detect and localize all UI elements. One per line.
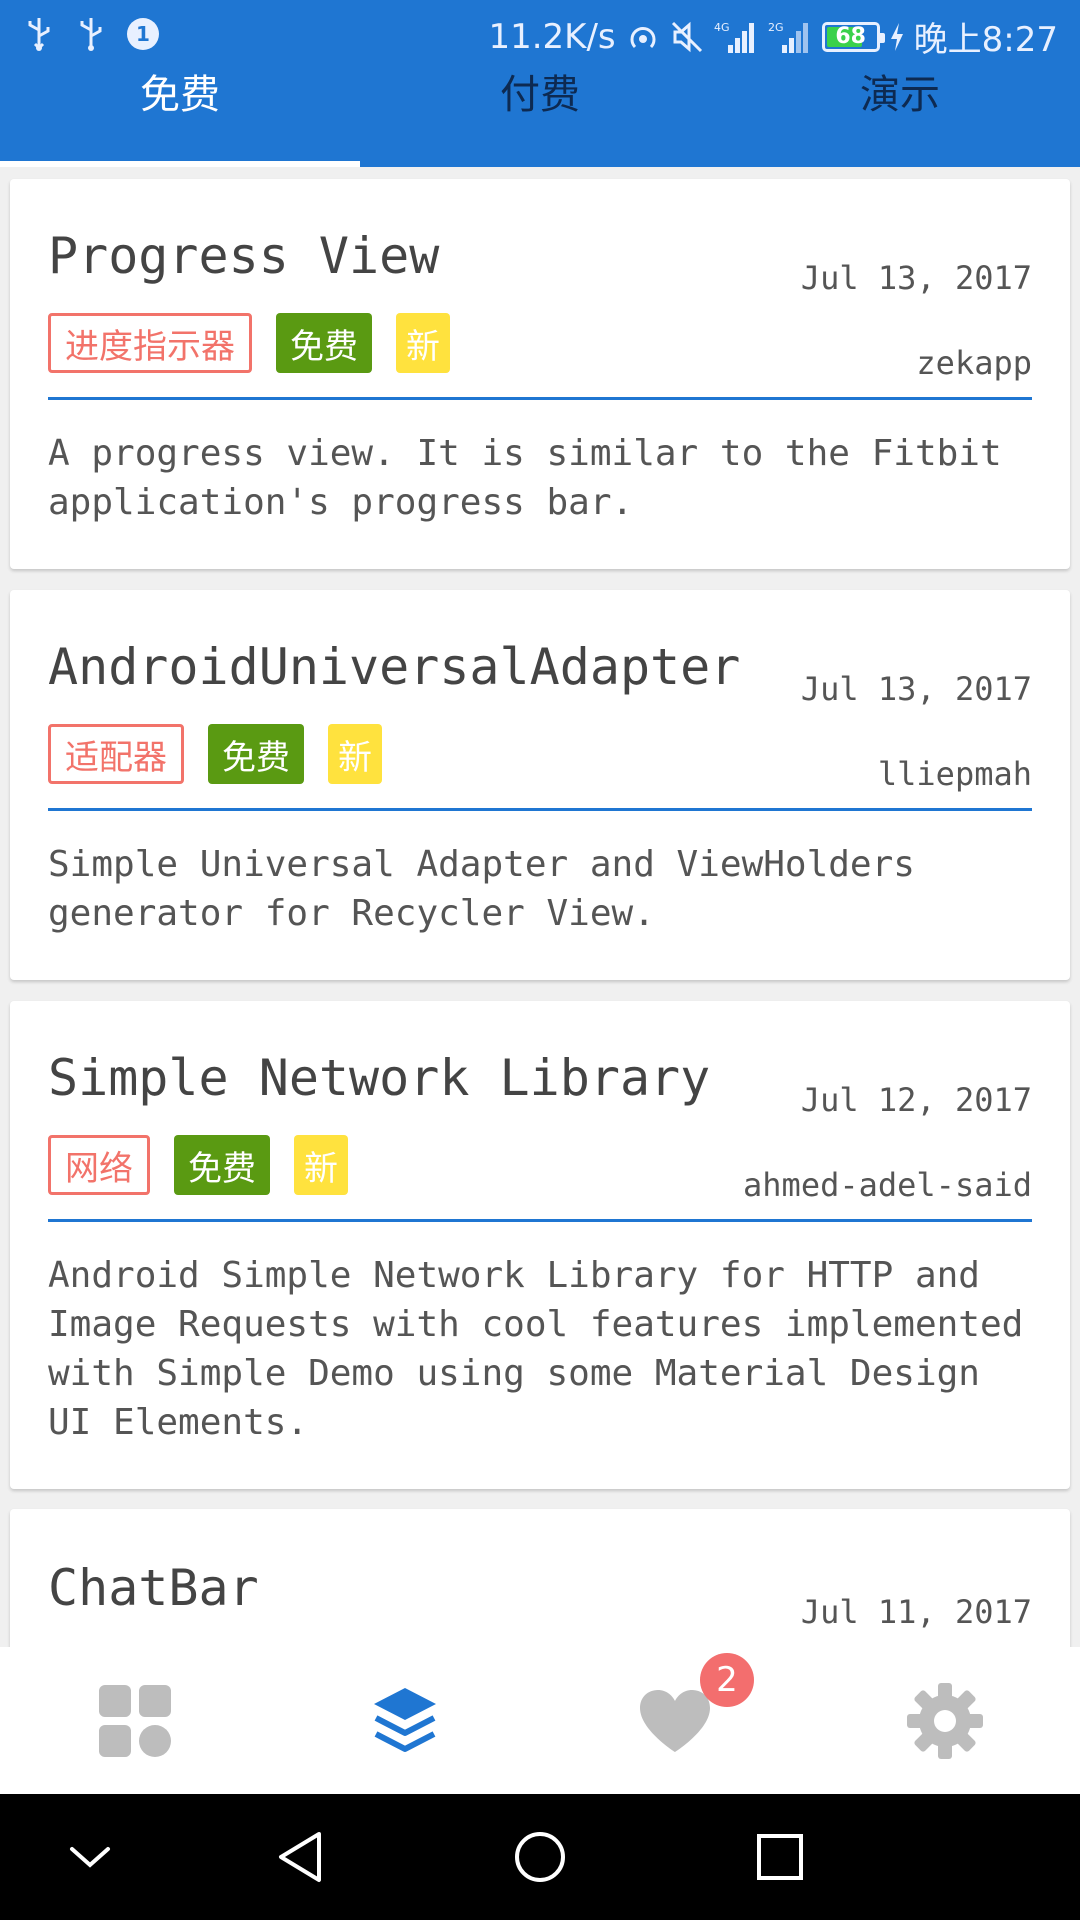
app-header: 1 11.2K/s 4G 2G 68 晚上8:27 免费 付费 演示 bbox=[0, 0, 1080, 167]
category-tag[interactable]: 适配器 bbox=[48, 724, 184, 784]
card-title: Simple Network Library bbox=[48, 1049, 711, 1107]
card-tags: 网络 免费 新 bbox=[48, 1135, 348, 1195]
nav-grid[interactable] bbox=[0, 1647, 270, 1794]
svg-text:2G: 2G bbox=[768, 21, 784, 34]
status-left-icons: 1 bbox=[22, 16, 160, 52]
signal-4g-icon: 4G bbox=[714, 17, 758, 57]
library-card[interactable]: Progress View Jul 13, 2017 进度指示器 免费 新 ze… bbox=[10, 179, 1070, 569]
new-tag: 新 bbox=[328, 724, 382, 784]
tab-demo[interactable]: 演示 bbox=[720, 60, 1080, 167]
sim-badge-icon: 1 bbox=[126, 16, 160, 52]
new-tag: 新 bbox=[294, 1135, 348, 1195]
free-tag: 免费 bbox=[174, 1135, 270, 1195]
free-tag: 免费 bbox=[208, 724, 304, 784]
card-author[interactable]: ahmed-adel-said bbox=[743, 1166, 1032, 1204]
charging-icon bbox=[890, 17, 904, 57]
tab-free[interactable]: 免费 bbox=[0, 60, 360, 167]
home-icon bbox=[515, 1832, 565, 1882]
tab-bar: 免费 付费 演示 bbox=[0, 60, 1080, 167]
system-navigation-bar bbox=[0, 1794, 1080, 1920]
nav-settings[interactable] bbox=[810, 1647, 1080, 1794]
signal-2g-icon: 2G bbox=[768, 17, 812, 57]
usb-icon bbox=[74, 16, 108, 52]
new-tag: 新 bbox=[396, 313, 450, 373]
mute-icon bbox=[670, 17, 704, 57]
network-speed: 11.2K/s bbox=[488, 16, 616, 57]
card-author[interactable]: zekapp bbox=[916, 344, 1032, 382]
back-button[interactable] bbox=[240, 1794, 360, 1920]
card-date: Jul 11, 2017 bbox=[800, 1593, 1032, 1631]
tab-paid[interactable]: 付费 bbox=[360, 60, 720, 167]
battery-level: 68 bbox=[835, 24, 866, 49]
card-description: Android Simple Network Library for HTTP … bbox=[48, 1255, 1024, 1443]
grid-icon bbox=[99, 1684, 171, 1757]
free-tag: 免费 bbox=[276, 313, 372, 373]
usb-icon bbox=[22, 16, 56, 52]
card-date: Jul 13, 2017 bbox=[800, 670, 1032, 708]
recents-button[interactable] bbox=[720, 1794, 840, 1920]
card-title: AndroidUniversalAdapter bbox=[48, 638, 741, 696]
battery-icon: 68 bbox=[821, 21, 885, 52]
library-card[interactable]: AndroidUniversalAdapter Jul 13, 2017 适配器… bbox=[10, 590, 1070, 980]
svg-text:4G: 4G bbox=[714, 21, 730, 34]
recents-icon bbox=[757, 1834, 803, 1880]
gear-icon bbox=[907, 1682, 983, 1759]
card-divider bbox=[48, 1219, 1032, 1222]
bottom-navigation bbox=[0, 1647, 1080, 1794]
card-tags: 进度指示器 免费 新 bbox=[48, 313, 450, 373]
category-tag[interactable]: 进度指示器 bbox=[48, 313, 252, 373]
category-tag[interactable]: 网络 bbox=[48, 1135, 150, 1195]
collapse-button[interactable] bbox=[30, 1794, 150, 1920]
back-icon bbox=[279, 1832, 321, 1882]
hotspot-icon bbox=[626, 17, 660, 57]
card-tags: 适配器 免费 新 bbox=[48, 724, 382, 784]
card-date: Jul 13, 2017 bbox=[800, 259, 1032, 297]
card-title: Progress View bbox=[48, 227, 440, 285]
nav-favorites[interactable] bbox=[540, 1647, 810, 1794]
library-feed[interactable]: Progress View Jul 13, 2017 进度指示器 免费 新 ze… bbox=[0, 167, 1080, 1647]
card-description: Simple Universal Adapter and ViewHolders… bbox=[48, 844, 915, 934]
card-date: Jul 12, 2017 bbox=[800, 1081, 1032, 1119]
card-title: ChatBar bbox=[48, 1559, 259, 1617]
card-divider bbox=[48, 397, 1032, 400]
status-right-icons: 11.2K/s 4G 2G 68 晚上8:27 bbox=[488, 12, 1058, 61]
home-button[interactable] bbox=[480, 1794, 600, 1920]
svg-text:1: 1 bbox=[136, 22, 150, 46]
chevron-down-icon bbox=[70, 1847, 110, 1868]
favorites-badge: 2 bbox=[700, 1653, 754, 1707]
heart-icon bbox=[640, 1689, 710, 1752]
nav-layers[interactable] bbox=[270, 1647, 540, 1794]
card-author[interactable]: lliepmah bbox=[878, 755, 1032, 793]
layers-icon bbox=[374, 1687, 436, 1752]
card-description: A progress view. It is similar to the Fi… bbox=[48, 433, 1002, 523]
card-divider bbox=[48, 808, 1032, 811]
clock: 晚上8:27 bbox=[913, 20, 1058, 60]
library-card[interactable]: ChatBar Jul 11, 2017 bbox=[10, 1509, 1070, 1647]
library-card[interactable]: Simple Network Library Jul 12, 2017 网络 免… bbox=[10, 1001, 1070, 1489]
